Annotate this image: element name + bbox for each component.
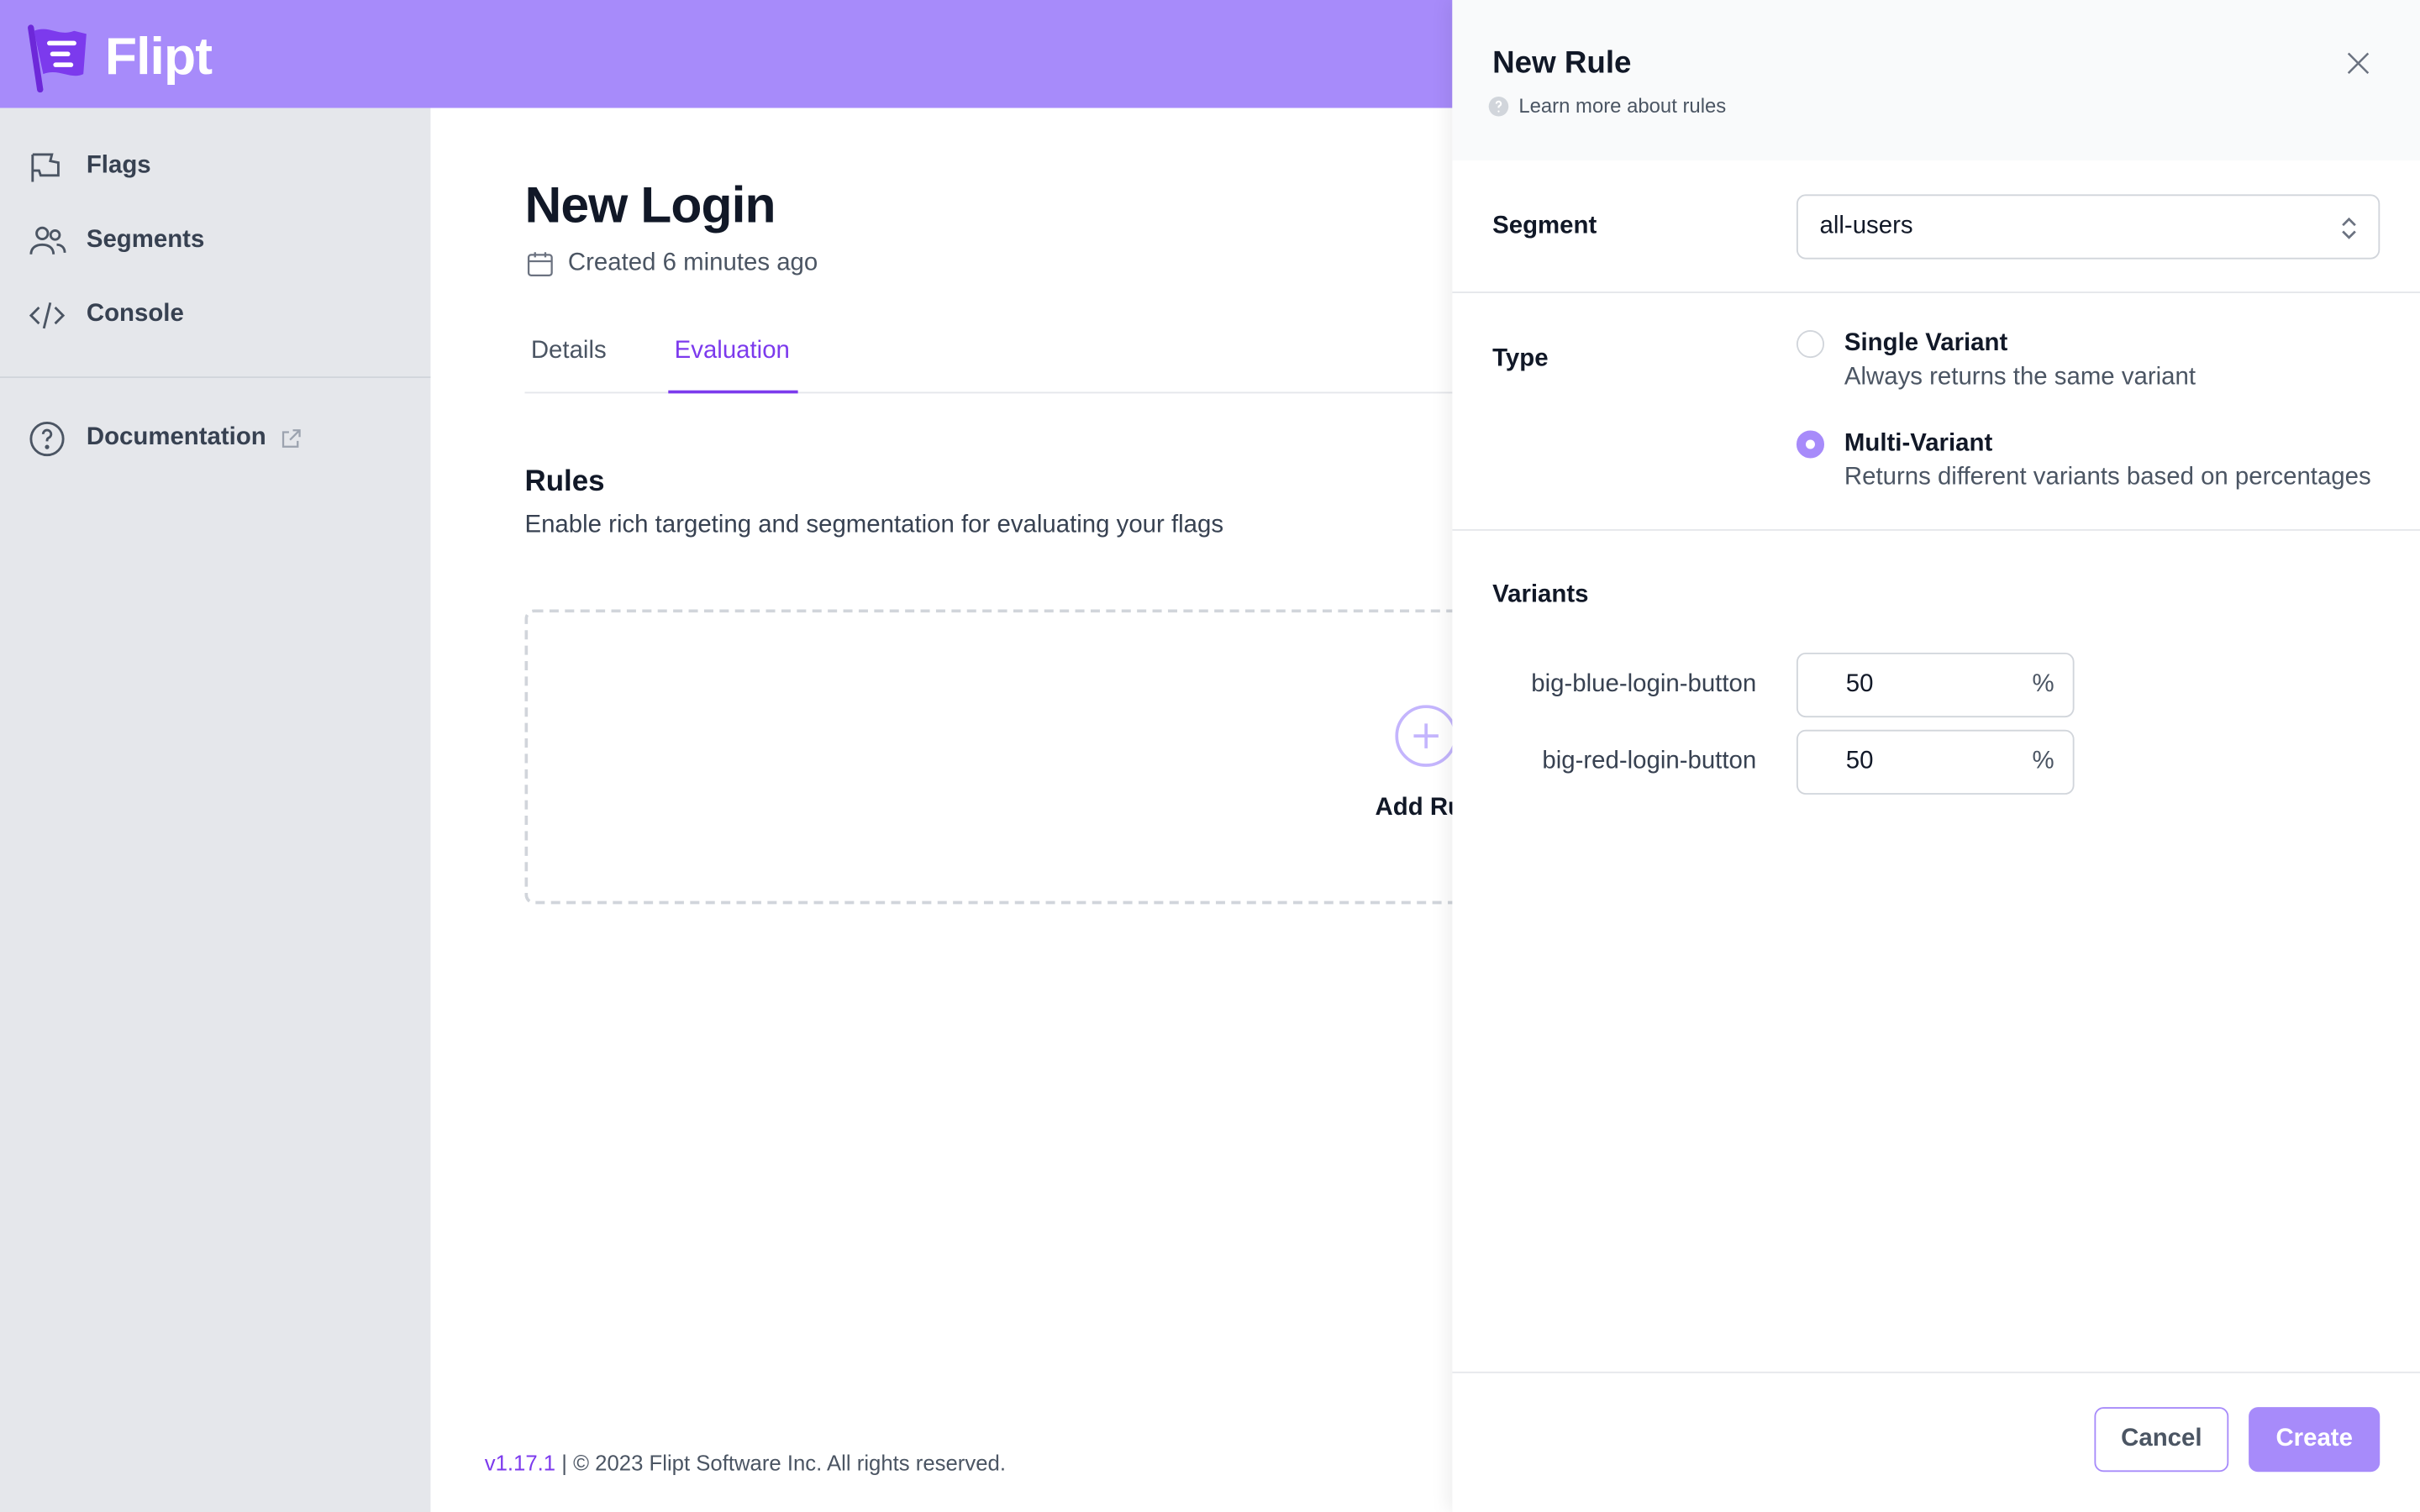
copyright-text: | © 2023 Flipt Software Inc. All rights …: [555, 1450, 1006, 1475]
type-label: Type: [1492, 345, 1549, 372]
chevron-up-down-icon: [2342, 217, 2356, 239]
variant-percentage-value: 50: [1845, 748, 1874, 775]
sidebar-item-documentation[interactable]: Documentation: [28, 415, 303, 461]
tabs: Details Evaluation: [524, 321, 1513, 395]
segment-value: all-users: [1819, 213, 1913, 239]
rules-heading: Rules: [524, 465, 605, 499]
tab-evaluation[interactable]: Evaluation: [675, 338, 790, 365]
rules-description: Enable rich targeting and segmentation f…: [524, 512, 1224, 539]
single-variant-title: Single Variant: [1844, 330, 2008, 357]
code-icon: [29, 302, 66, 328]
footer: v1.17.1 | © 2023 Flipt Software Inc. All…: [485, 1451, 1006, 1475]
segment-label: Segment: [1492, 213, 1597, 239]
single-variant-description: Always returns the same variant: [1844, 364, 2196, 391]
divider: [1452, 1371, 2420, 1373]
active-tab-indicator: [668, 390, 798, 394]
plus-circle-icon: [1395, 705, 1457, 767]
sidebar-item-label: Console: [86, 301, 184, 328]
version-link[interactable]: v1.17.1: [485, 1451, 555, 1475]
percent-sign: %: [2032, 670, 2054, 698]
variant-percentage-value: 50: [1845, 670, 1874, 698]
sidebar: Flags Segments Console Documentation: [0, 108, 431, 1512]
multi-variant-description: Returns different variants based on perc…: [1844, 464, 2371, 491]
divider: [1452, 291, 2420, 293]
created-text: Created 6 minutes ago: [567, 249, 818, 276]
multi-variant-radio[interactable]: [1796, 430, 1825, 459]
divider: [1452, 529, 2420, 531]
learn-more-text: Learn more about rules: [1518, 94, 1727, 118]
new-rule-panel: New Rule Learn more about rules Segment …: [1452, 0, 2420, 1512]
sidebar-item-label: Flags: [86, 152, 151, 180]
sidebar-item-label: Segments: [86, 227, 205, 254]
variant-name: big-red-login-button: [1542, 748, 1757, 775]
tab-details[interactable]: Details: [531, 338, 607, 365]
sidebar-item-flags[interactable]: Flags: [28, 144, 151, 190]
flipt-logo[interactable]: Flipt: [24, 22, 213, 93]
sidebar-divider: [0, 376, 431, 378]
flag-icon: [31, 152, 60, 181]
users-icon: [29, 225, 66, 254]
variant-percentage-input[interactable]: 50 %: [1796, 652, 2075, 718]
question-circle-icon: [1488, 96, 1509, 116]
help-circle-icon: [29, 421, 65, 456]
single-variant-radio[interactable]: [1796, 330, 1825, 359]
sidebar-item-label: Documentation: [86, 424, 266, 451]
variant-name: big-blue-login-button: [1531, 670, 1757, 698]
multi-variant-title: Multi-Variant: [1844, 430, 1993, 457]
percent-sign: %: [2032, 748, 2054, 775]
close-icon[interactable]: [2341, 46, 2375, 80]
flipt-logo-icon: [28, 24, 87, 93]
sidebar-item-segments[interactable]: Segments: [28, 218, 204, 264]
panel-title: New Rule: [1492, 46, 1632, 81]
sidebar-item-console[interactable]: Console: [28, 291, 184, 338]
panel-header: New Rule Learn more about rules: [1452, 0, 2420, 161]
external-link-icon: [282, 428, 302, 447]
created-info: Created 6 minutes ago: [524, 249, 818, 280]
create-button[interactable]: Create: [2249, 1407, 2381, 1473]
variant-percentage-input[interactable]: 50 %: [1796, 729, 2075, 795]
cancel-button[interactable]: Cancel: [2094, 1407, 2229, 1473]
app-name: Flipt: [104, 27, 213, 86]
calendar-icon: [527, 252, 553, 277]
learn-more-link[interactable]: Learn more about rules: [1488, 94, 1727, 118]
add-rule-label: Add Ru: [1375, 794, 1463, 822]
segment-select[interactable]: all-users: [1796, 194, 2381, 260]
variants-label: Variants: [1492, 581, 1589, 608]
page-title: New Login: [524, 176, 776, 234]
